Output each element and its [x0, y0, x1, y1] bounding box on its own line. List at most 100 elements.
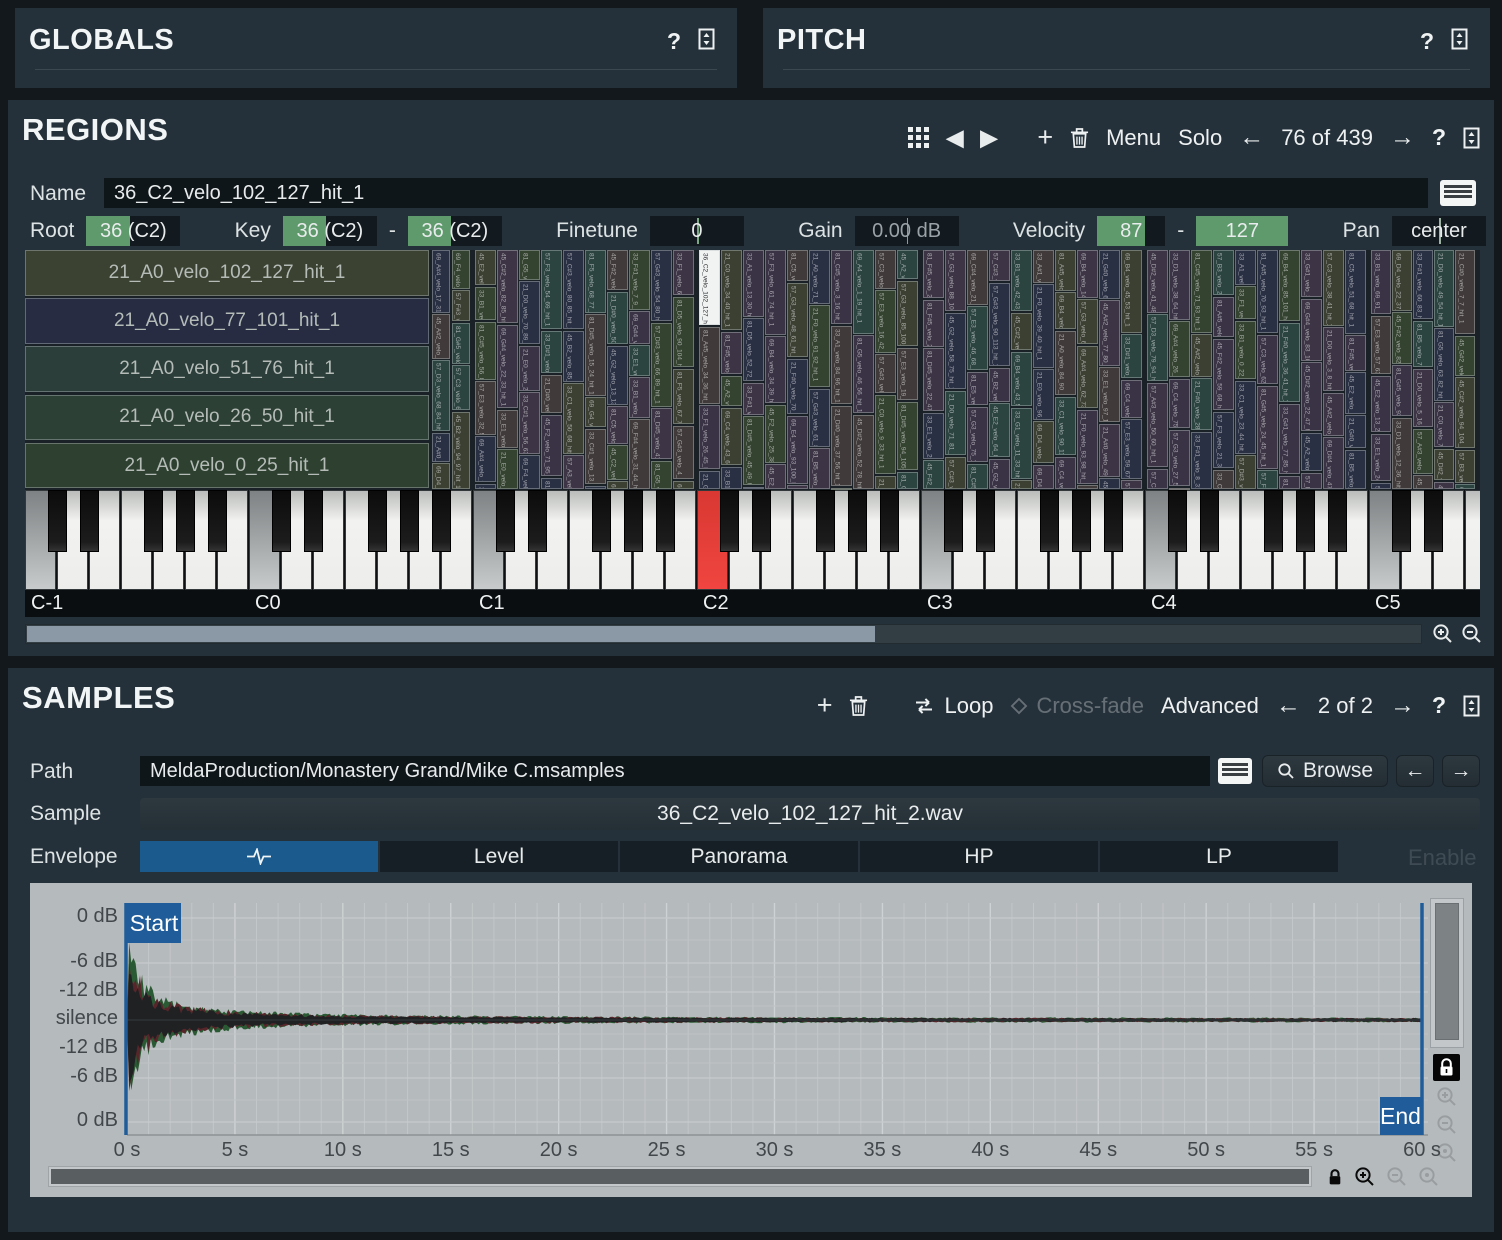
region-cell[interactable]: 21_D0_velo_5_16_hit_1 [1413, 368, 1433, 428]
region-cell[interactable]: 21_D0_velo_71_81_hit_1 [945, 390, 966, 455]
browse-button[interactable]: Browse [1262, 755, 1388, 787]
region-cell[interactable]: 69_B4_velo_43_52_hit_1 [1011, 351, 1032, 407]
region-cell[interactable]: 69_D4_velo_22_37_hit_1 [1392, 250, 1412, 311]
region-cell[interactable]: 69_B4_velo_85_101_hit_1 [1279, 250, 1300, 321]
region-cell[interactable]: 21_F0_velo_93_98_hit_1 [1077, 409, 1098, 484]
region-cell[interactable]: 33_B1_velo_42_43_hit_1 [1011, 250, 1032, 311]
region-cell[interactable]: 57_G3_velo_48_61_hit_1 [787, 282, 808, 358]
region-cell[interactable]: 81_D5_velo_96_105_hit_1 [1279, 475, 1300, 489]
region-cell[interactable]: 69_G#4_velo_22_33_hit_1 [497, 324, 518, 409]
prev-sample-icon[interactable]: ← [1276, 691, 1301, 720]
region-cell[interactable]: 69_G4_velo_95_118_hit_1 [585, 397, 606, 428]
region-cell[interactable]: 21_B0_velo_75_90_hit_1 [1011, 480, 1032, 489]
piano-key-black[interactable] [591, 490, 611, 552]
region-cell[interactable]: 57_A#3_velo_50_60_hit_1 [1147, 382, 1168, 468]
keyboard-entry-icon[interactable] [1440, 180, 1476, 206]
region-cell[interactable]: 21_A#0_velo_59_59_hit_1 [432, 432, 451, 462]
region-cell[interactable]: 45_A#2_velo_56_79_hit_1 [1191, 334, 1212, 377]
region-cell[interactable]: 33_A1_velo_2_15_hit_1 [1235, 250, 1256, 285]
regions-help-button[interactable]: ? [1432, 124, 1446, 151]
region-cell[interactable]: 57_F3_velo_61_74_hit_1 [765, 250, 786, 335]
region-cell[interactable]: 21_D0_velo_70_89_hit_1 [519, 281, 540, 344]
waveform-editor[interactable]: Start End 0 dB -6 dB -12 dB silence -12 … [30, 883, 1472, 1197]
region-cell[interactable]: 81_D#5_velo_15_24_hit_1 [585, 314, 606, 396]
hzoom-out-icon[interactable] [1386, 1166, 1408, 1188]
waveform-vscroll-thumb[interactable] [1435, 903, 1459, 1040]
region-cell[interactable]: 81_G#5_velo_24_45_hit_1 [1257, 385, 1278, 469]
region-cell[interactable]: 81_C#5_velo_56_80_hit_1 [475, 321, 496, 380]
region-cell[interactable]: 57_C3_velo_79_90_hit_1 [875, 250, 896, 289]
region-cell[interactable]: 57_F3_velo_21_39_hit_1 [1213, 411, 1234, 469]
piano-key-black[interactable] [1391, 490, 1411, 552]
region-cell[interactable]: 45_D#2_velo_52_78_hit_1 [853, 414, 874, 489]
region-block-named[interactable]: 21_A0_velo_51_76_hit_1 [25, 346, 429, 392]
waveform-hscrollbar[interactable] [48, 1166, 1312, 1187]
region-cell[interactable]: 69_A4_velo_1_19_hit_1 [853, 250, 874, 334]
region-cell[interactable]: 69_G#4_velo_83_101_hit_1 [1301, 299, 1322, 361]
region-cell[interactable]: 57_G#3_velo_61_84_hit_1 [809, 388, 830, 447]
region-cell[interactable]: 81_B5_velo_81_106_hit_1 [809, 448, 830, 489]
region-cell[interactable]: 81_F5_velo_68_77_hit_1 [585, 250, 606, 313]
waveform-vscrollbar[interactable] [1430, 898, 1464, 1048]
region-cell[interactable]: 33_D1_velo_38_64_hit_1 [1169, 250, 1190, 320]
region-cell[interactable]: 57_C3_velo_38_41_hit_1 [1323, 250, 1344, 326]
tab-hp[interactable]: HP [860, 841, 1098, 872]
piano-key-black[interactable] [751, 490, 771, 552]
region-cell[interactable]: 45_C#2_velo_94_104_hit_1 [1455, 377, 1475, 449]
region-cell[interactable]: 81_F#5_velo_2_19_hit_1 [923, 299, 944, 347]
tab-lp[interactable]: LP [1100, 841, 1338, 872]
region-cell[interactable]: 69_D4_velo_53_53_hit_1 [432, 463, 451, 489]
region-cell[interactable]: 33_D#1_velo_66_71_hit_1 [541, 330, 562, 373]
region-cell[interactable]: 21_D0_velo_3_8_hit_1 [1323, 327, 1344, 392]
region-cell[interactable]: 33_F#1_velo_7_9_hit_1 [629, 250, 650, 310]
region-cell[interactable]: 33_G1_velo_11_33_hit_1 [1011, 407, 1032, 479]
add-region-button[interactable]: + [1037, 122, 1053, 153]
region-block-named[interactable]: 21_A0_velo_102_127_hit_1 [25, 250, 429, 296]
region-cell[interactable]: 57_C3_velo_62_69_hit_1 [1257, 334, 1278, 384]
vzoom-in-icon[interactable] [1436, 1086, 1458, 1108]
region-cell[interactable]: 21_D0_velo_49_54_hit_1 [1434, 250, 1454, 327]
region-cell[interactable]: 45_B2_velo_94_97_hit_1 [451, 411, 470, 489]
region-cell[interactable]: 57_D3_velo_79_94_hit_1 [1147, 314, 1168, 382]
region-cell[interactable]: 45_A#2_velo_77_80_hit_1 [1099, 300, 1120, 366]
region-cell[interactable]: 21_G#0_velo_2_9_hit_1 [1345, 415, 1366, 449]
piano-key-black[interactable] [815, 490, 835, 552]
region-cell[interactable]: 45_G2_velo_58_75_hit_1 [945, 312, 966, 390]
region-cell[interactable]: 21_C#0_velo_7_7_hit_1 [1455, 250, 1475, 335]
step-forward-icon[interactable]: → [1390, 123, 1415, 152]
region-cell[interactable]: 21_F0_velo_91_92_hit_1 [809, 305, 830, 388]
region-cell[interactable]: 81_C5_velo_76_93_hit_1 [787, 250, 808, 282]
region-block-named[interactable]: 21_A0_velo_0_25_hit_1 [25, 442, 429, 489]
region-cell[interactable]: 45_B2_velo_85_107_hit_1 [563, 330, 584, 382]
region-cell[interactable]: 45_D#2_velo_79_98_hit_1 [1413, 475, 1433, 489]
prev-region-icon[interactable]: ◀ [946, 125, 963, 151]
add-sample-button[interactable]: + [817, 690, 833, 721]
piano-key-black[interactable] [1039, 490, 1059, 552]
region-cell[interactable]: 45_F#2_velo_46_58_hit_1 [607, 250, 628, 290]
region-cell[interactable]: 33_D1_velo_12_36_hit_1 [1392, 417, 1412, 489]
piano-key-white[interactable] [1465, 490, 1480, 590]
region-cell[interactable]: 21_F#0_velo_36_41_hit_1 [1279, 322, 1300, 403]
region-cell[interactable]: 69_F4_velo_31_43_hit_1 [451, 250, 470, 289]
region-cell[interactable]: 21_D#0_velo_50_57_hit_1 [607, 291, 628, 345]
piano-key-black[interactable] [175, 490, 195, 552]
keyboard-entry-icon[interactable] [1218, 758, 1252, 784]
piano-key-black[interactable] [719, 490, 739, 552]
region-cell[interactable]: 33_E1_velo_28_53_hit_1 [923, 412, 944, 459]
region-cell[interactable]: 57_E3_velo_16_42_hit_1 [875, 290, 896, 353]
region-cell[interactable]: 69_C#4_velo_21_28_hit_1 [967, 250, 988, 305]
region-cell[interactable]: 81_C#5_velo_52_74_hit_1 [541, 477, 562, 489]
waveform-hscroll-thumb[interactable] [51, 1169, 1309, 1184]
region-cell[interactable]: 33_A1_velo_13_30_hit_1 [743, 250, 764, 317]
region-cell[interactable]: 57_E3_velo_32_51_hit_1 [475, 381, 496, 435]
region-cell[interactable]: 69_F#4_velo_31_44_hit_1 [629, 419, 650, 489]
gain-slider[interactable]: 0.00 dB [854, 216, 959, 246]
region-cell[interactable]: 57_G3_velo_27_51_hit_1 [1169, 429, 1190, 487]
root-slider[interactable]: 36 (C2) [86, 216, 181, 246]
region-cell[interactable]: 57_E3_velo_57_63_hit_1 [1371, 316, 1391, 374]
hzoom-reset-icon[interactable] [1418, 1166, 1440, 1188]
piano-key-black[interactable] [399, 490, 419, 552]
regions-hscrollbar[interactable] [25, 624, 1422, 644]
region-cell[interactable]: 21_D#0_velo_31_32_hit_1 [541, 374, 562, 413]
region-cell[interactable]: 81_A#5_velo_70_93_hit_1 [1257, 250, 1278, 333]
